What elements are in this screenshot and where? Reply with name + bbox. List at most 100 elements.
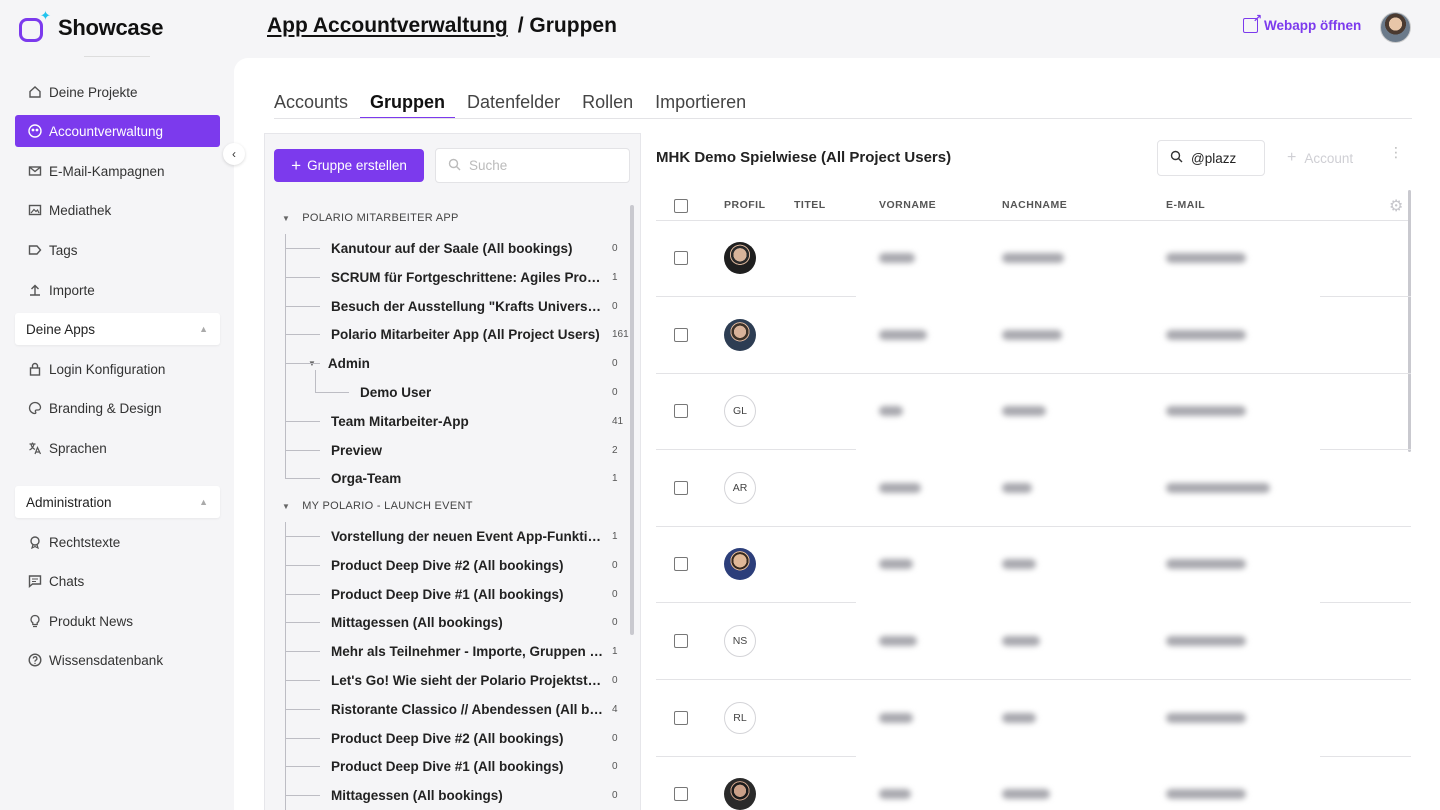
avatar xyxy=(724,242,756,274)
chat-icon xyxy=(27,573,43,589)
tree-item[interactable]: Mittagessen (All bookings) 0 xyxy=(331,781,623,810)
sidebar-item-rechtstexte[interactable]: Rechtstexte xyxy=(15,526,220,558)
sidebar-collapse-button[interactable]: ‹ xyxy=(223,143,245,165)
tree-item[interactable]: Product Deep Dive #1 (All bookings) 0 xyxy=(331,752,623,781)
tree-item[interactable]: Team Mitarbeiter-App 41 xyxy=(331,407,623,436)
user-avatar[interactable] xyxy=(1380,12,1411,43)
gear-icon[interactable]: ⚙ xyxy=(1389,196,1403,216)
sidebar: ✦ Showcase Deine Projekte Accountverwalt… xyxy=(0,0,234,810)
tree-item-count: 0 xyxy=(612,732,618,744)
sidebar-item-label: Importe xyxy=(49,282,95,298)
tree-item[interactable]: ▼Admin0 xyxy=(308,349,623,378)
sidebar-item-mediathek[interactable]: Mediathek xyxy=(15,194,220,226)
breadcrumb-link[interactable]: App Accountverwaltung xyxy=(267,14,508,37)
row-checkbox[interactable] xyxy=(674,634,688,648)
sidebar-item-branding[interactable]: Branding & Design xyxy=(15,392,220,424)
select-all-checkbox[interactable] xyxy=(674,199,688,213)
account-search-input[interactable] xyxy=(1191,150,1261,166)
tag-icon xyxy=(27,242,43,258)
more-options-icon[interactable]: ⋮ xyxy=(1389,145,1403,159)
column-header-vorname[interactable]: VORNAME xyxy=(879,199,936,211)
row-checkbox[interactable] xyxy=(674,557,688,572)
column-header-email[interactable]: E-MAIL xyxy=(1166,199,1205,211)
sidebar-group-deine-apps[interactable]: Deine Apps ▲ xyxy=(15,313,220,345)
divider xyxy=(1320,296,1411,297)
group-search-input[interactable] xyxy=(469,158,609,173)
sidebar-item-deine-projekte[interactable]: Deine Projekte xyxy=(15,76,220,108)
sidebar-item-label: Rechtstexte xyxy=(49,534,121,550)
tree-item[interactable]: Product Deep Dive #2 (All bookings) 0 xyxy=(331,551,623,580)
tree-line xyxy=(286,795,320,797)
redacted-email xyxy=(1166,789,1246,800)
sidebar-item-email-kampagnen[interactable]: E-Mail-Kampagnen xyxy=(15,155,220,187)
row-checkbox[interactable] xyxy=(674,787,688,802)
showcase-logo-icon: ✦ xyxy=(16,9,51,43)
sidebar-item-wissensdatenbank[interactable]: Wissensdatenbank xyxy=(15,644,220,676)
tree-item-label: SCRUM für Fortgeschrittene: Agiles Proje… xyxy=(331,269,604,285)
tab-rollen[interactable]: Rollen xyxy=(582,88,633,119)
tree-item[interactable]: Vorstellung der neuen Event App-Funktion… xyxy=(331,522,623,551)
tab-gruppen[interactable]: Gruppen xyxy=(360,88,456,119)
tree-item-label: Product Deep Dive #2 (All bookings) xyxy=(331,730,564,746)
tree-item-label: Kanutour auf der Saale (All bookings) xyxy=(331,241,573,256)
group-search[interactable] xyxy=(435,148,630,183)
row-checkbox[interactable] xyxy=(674,404,688,419)
tree-scrollbar[interactable] xyxy=(630,205,634,635)
redacted-email xyxy=(1166,712,1246,723)
tree-item[interactable]: Kanutour auf der Saale (All bookings) 0 xyxy=(331,234,623,263)
table-title: MHK Demo Spielwiese (All Project Users) xyxy=(656,149,952,166)
tree-line xyxy=(286,276,320,278)
sidebar-item-login-konfiguration[interactable]: Login Konfiguration xyxy=(15,353,220,385)
sidebar-item-sprachen[interactable]: Sprachen xyxy=(15,432,220,464)
add-account-button[interactable]: + Account xyxy=(1287,149,1353,167)
tree-item[interactable]: Demo User 0 xyxy=(360,378,623,407)
tree-item-label: Polario Mitarbeiter App (All Project Use… xyxy=(331,327,600,343)
tree-item-count: 0 xyxy=(612,559,618,571)
table-scrollbar[interactable] xyxy=(1408,190,1411,452)
redacted-nachname xyxy=(1002,559,1036,570)
row-checkbox[interactable] xyxy=(674,480,688,495)
tree-item[interactable]: Product Deep Dive #1 (All bookings) 0 xyxy=(331,580,623,609)
tree-item[interactable]: Orga-Team 1 xyxy=(331,464,623,493)
mail-icon xyxy=(27,163,43,179)
tree-item[interactable]: Preview 2 xyxy=(331,436,623,465)
divider xyxy=(656,372,1411,374)
sidebar-group-administration[interactable]: Administration ▲ xyxy=(15,486,220,518)
row-checkbox[interactable] xyxy=(674,327,688,342)
tab-datenfelder[interactable]: Datenfelder xyxy=(467,88,560,119)
redacted-vorname xyxy=(879,329,927,340)
column-header-nachname[interactable]: NACHNAME xyxy=(1002,199,1067,211)
tree-item[interactable]: Mehr als Teilnehmer - Importe, Gruppen &… xyxy=(331,637,623,666)
tree-item-count: 0 xyxy=(612,358,618,370)
tree-item[interactable]: Product Deep Dive #2 (All bookings) 0 xyxy=(331,724,623,753)
redacted-nachname xyxy=(1002,329,1062,340)
tab-importieren[interactable]: Importieren xyxy=(655,88,746,119)
brand[interactable]: ✦ Showcase xyxy=(16,9,164,46)
tree-item[interactable]: Ristorante Classico // Abendessen (All b… xyxy=(331,695,623,724)
tree-item[interactable]: Let's Go! Wie sieht der Polario Projekts… xyxy=(331,666,623,695)
account-search[interactable] xyxy=(1157,140,1265,176)
create-group-button[interactable]: + Gruppe erstellen xyxy=(274,149,424,182)
tree-item[interactable]: Mittagessen (All bookings) 0 xyxy=(331,608,623,637)
row-checkbox[interactable] xyxy=(674,251,688,265)
tree-section-polario-mitarbeiter-app[interactable]: ▼ POLARIO MITARBEITER APP xyxy=(282,212,459,224)
sidebar-item-importe[interactable]: Importe xyxy=(15,274,220,306)
tab-accounts[interactable]: Accounts xyxy=(274,88,348,119)
sidebar-item-label: Wissensdatenbank xyxy=(49,652,164,668)
column-header-profil[interactable]: PROFIL xyxy=(724,199,766,211)
sidebar-item-accountverwaltung[interactable]: Accountverwaltung xyxy=(15,115,220,147)
row-checkbox[interactable] xyxy=(674,710,688,725)
sidebar-item-tags[interactable]: Tags xyxy=(15,234,220,266)
sidebar-item-produkt-news[interactable]: Produkt News xyxy=(15,605,220,637)
tree-section-launch-event[interactable]: ▼ MY POLARIO - LAUNCH EVENT xyxy=(282,500,473,512)
sidebar-item-chats[interactable]: Chats xyxy=(15,565,220,597)
tree-item[interactable]: SCRUM für Fortgeschrittene: Agiles Proje… xyxy=(331,263,623,292)
caret-down-icon: ▼ xyxy=(282,213,291,223)
redacted-email xyxy=(1166,482,1270,493)
sidebar-item-label: E-Mail-Kampagnen xyxy=(49,163,165,179)
home-icon xyxy=(27,84,43,100)
tree-item[interactable]: Besuch der Ausstellung "Krafts Universum… xyxy=(331,292,623,321)
open-webapp-link[interactable]: Webapp öffnen xyxy=(1243,12,1361,33)
tree-item[interactable]: Polario Mitarbeiter App (All Project Use… xyxy=(331,320,629,349)
column-header-titel[interactable]: TITEL xyxy=(794,199,826,211)
